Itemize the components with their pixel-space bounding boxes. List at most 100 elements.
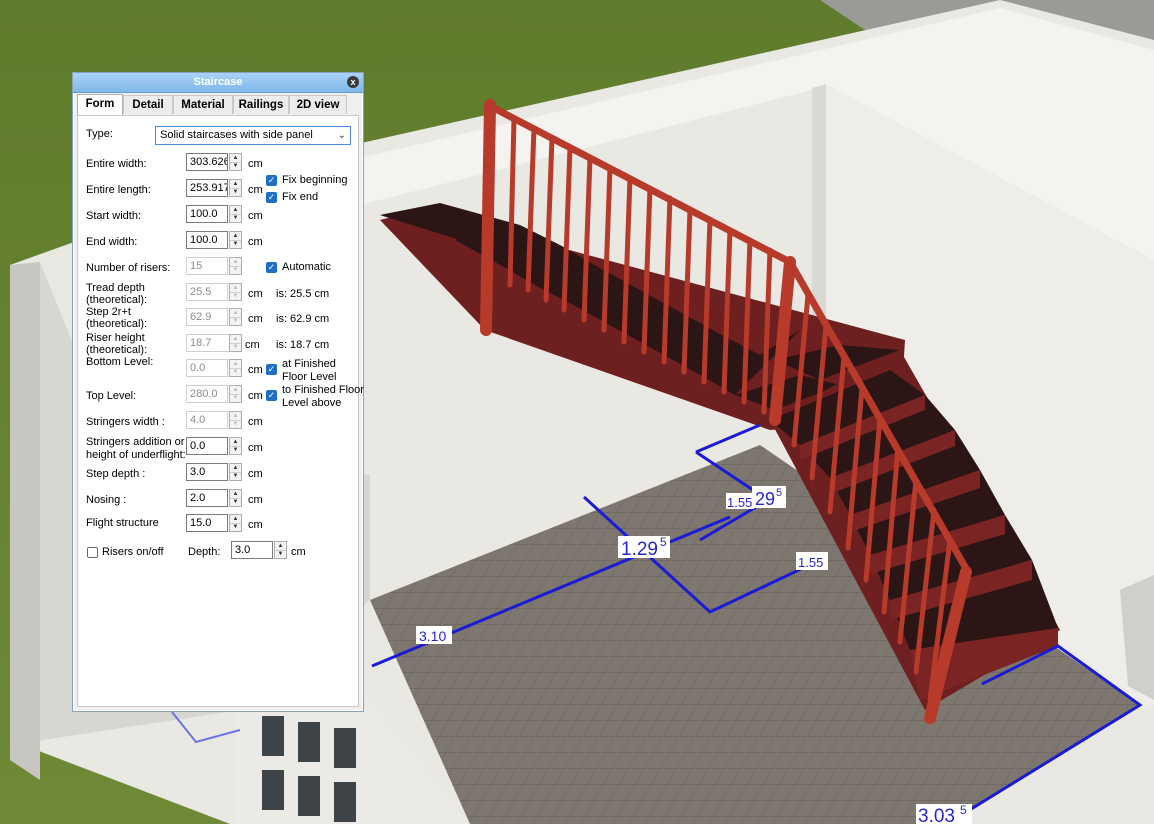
top-level-label: Top Level: [86,390,137,402]
tab-material[interactable]: Material [173,95,233,114]
form-panel: Type: Solid staircases with side panel ⌄… [77,115,364,707]
dimension-3-10: 3.10 [419,628,446,644]
start-width-unit: cm [248,210,263,222]
stringers-addition-input[interactable]: 0.0 [186,437,228,455]
bottom-level-spinner[interactable]: ▲ ▼ [229,359,242,377]
depth-label: Depth: [188,546,221,558]
dimension-3-03-sup: 5 [960,803,967,817]
tread-depth-spinner[interactable]: ▲ ▼ [229,283,242,301]
entire-length-spinner[interactable]: ▲ ▼ [229,179,242,197]
flight-structure-label: Flight structure [86,517,159,529]
entire-length-label: Entire length: [86,184,151,196]
top-level-unit: cm [248,390,263,402]
fix-end-checkbox[interactable]: ✓ [266,192,277,203]
finished-floor-above-label: to Finished Floor [282,384,364,396]
step-input[interactable]: 62.9 [186,308,228,326]
step-label: Step 2r+t [86,306,131,318]
tab-2d-view[interactable]: 2D view [289,95,347,114]
nosing-spinner[interactable]: ▲ ▼ [229,489,242,507]
bottom-level-label: Bottom Level: [86,356,154,368]
entire-length-input[interactable]: 253.917 [186,179,228,197]
type-label: Type: [86,128,113,140]
entire-width-unit: cm [248,158,263,170]
bottom-level-input[interactable]: 0.0 [186,359,228,377]
start-width-spinner[interactable]: ▲ ▼ [229,205,242,223]
dialog-titlebar[interactable]: Staircase x [73,73,363,93]
left-wall-face [10,262,40,780]
type-select[interactable]: Solid staircases with side panel ⌄ [155,126,351,145]
tread-depth-actual: is: 25.5 cm [276,288,330,300]
type-select-value: Solid staircases with side panel [160,129,313,141]
entire-width-spinner[interactable]: ▲ ▼ [229,153,242,171]
number-of-risers-spinner[interactable]: ▲ ▼ [229,257,242,275]
dimension-29-sup: 5 [776,487,782,499]
chevron-down-icon: ⌄ [337,130,346,141]
nosing-unit: cm [248,494,263,506]
step-depth-input[interactable]: 3.0 [186,463,228,481]
dimension-1-29-a-sup: 5 [660,535,667,549]
nosing-input[interactable]: 2.0 [186,489,228,507]
stringers-addition-label: Stringers addition or [86,436,185,448]
tab-railings[interactable]: Railings [233,95,289,114]
step-spinner[interactable]: ▲ ▼ [229,308,242,326]
step-depth-label: Step depth : [86,468,146,480]
flight-structure-spinner[interactable]: ▲ ▼ [229,514,242,532]
dimension-3-03: 3.03 [918,806,955,824]
start-width-input[interactable]: 100.0 [186,205,228,223]
finished-floor-above-checkbox[interactable]: ✓ [266,390,277,401]
tab-detail[interactable]: Detail [123,95,173,114]
number-of-risers-input[interactable]: 15 [186,257,228,275]
top-level-spinner[interactable]: ▲ ▼ [229,385,242,403]
stringers-width-spinner[interactable]: ▲ ▼ [229,411,242,429]
depth-unit: cm [291,546,306,558]
tab-form[interactable]: Form [77,94,123,115]
stringers-addition-unit: cm [248,442,263,454]
staircase-dialog: Staircase x Form Detail Material Railing… [72,72,364,712]
dimension-1-55-b: 1.55 [798,555,823,570]
finished-floor-label-2: Floor Level [282,371,337,383]
step-label-sub: (theoretical): [86,318,148,330]
dialog-title: Staircase [193,76,243,88]
fix-beginning-checkbox[interactable]: ✓ [266,175,277,186]
end-width-unit: cm [248,236,263,248]
entire-width-input[interactable]: 303.626 [186,153,228,171]
step-actual: is: 62.9 cm [276,313,330,325]
flight-structure-unit: cm [248,519,263,531]
depth-spinner[interactable]: ▲ ▼ [274,541,287,559]
stringers-addition-spinner[interactable]: ▲ ▼ [229,437,242,455]
flight-structure-input[interactable]: 15.0 [186,514,228,532]
entire-length-unit: cm [248,184,263,196]
depth-input[interactable]: 3.0 [231,541,273,559]
riser-height-label-sub: (theoretical): [86,344,148,356]
top-level-input[interactable]: 280.0 [186,385,228,403]
stringers-width-unit: cm [248,416,263,428]
finished-floor-checkbox[interactable]: ✓ [266,364,277,375]
riser-height-spinner[interactable]: ▲ ▼ [229,334,242,352]
tread-depth-unit: cm [248,288,263,300]
stringers-width-label: Stringers width : [86,416,165,428]
dimension-29: 29 [755,489,775,509]
close-icon[interactable]: x [347,76,359,88]
step-unit: cm [248,313,263,325]
risers-onoff-checkbox[interactable] [87,547,98,558]
fix-beginning-label: Fix beginning [282,174,348,186]
stringers-width-input[interactable]: 4.0 [186,411,228,429]
finished-floor-above-label-2: Level above [282,397,342,409]
tab-bar: Form Detail Material Railings 2D view [77,94,359,115]
tread-depth-input[interactable]: 25.5 [186,283,228,301]
riser-height-unit: cm [245,339,260,351]
end-width-spinner[interactable]: ▲ ▼ [229,231,242,249]
end-width-input[interactable]: 100.0 [186,231,228,249]
stringers-addition-label-sub: height of underflight: [86,449,186,461]
finished-floor-label: at Finished [282,358,336,370]
step-depth-spinner[interactable]: ▲ ▼ [229,463,242,481]
automatic-label: Automatic [282,261,331,273]
fix-end-label: Fix end [282,191,319,203]
tread-depth-label: Tread depth [86,282,145,294]
entire-width-label: Entire width: [86,158,147,170]
risers-onoff-label: Risers on/off [102,546,164,558]
dimension-1-55-a: 1.55 [727,495,752,510]
automatic-checkbox[interactable]: ✓ [266,262,277,273]
number-of-risers-label: Number of risers: [86,262,171,274]
riser-height-actual: is: 18.7 cm [276,339,330,351]
